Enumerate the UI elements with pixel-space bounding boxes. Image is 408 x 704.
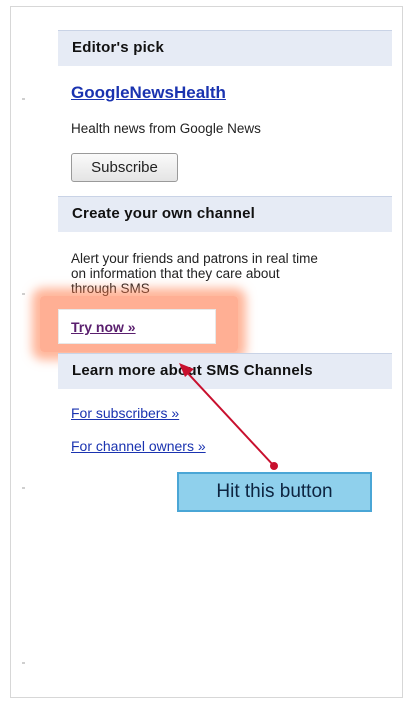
annotation-arrow <box>179 363 278 470</box>
arrow-head <box>179 363 194 377</box>
hit-this-button-callout: Hit this button <box>177 472 372 512</box>
arrow-tail-dot <box>270 462 278 470</box>
arrow-line <box>182 367 275 467</box>
